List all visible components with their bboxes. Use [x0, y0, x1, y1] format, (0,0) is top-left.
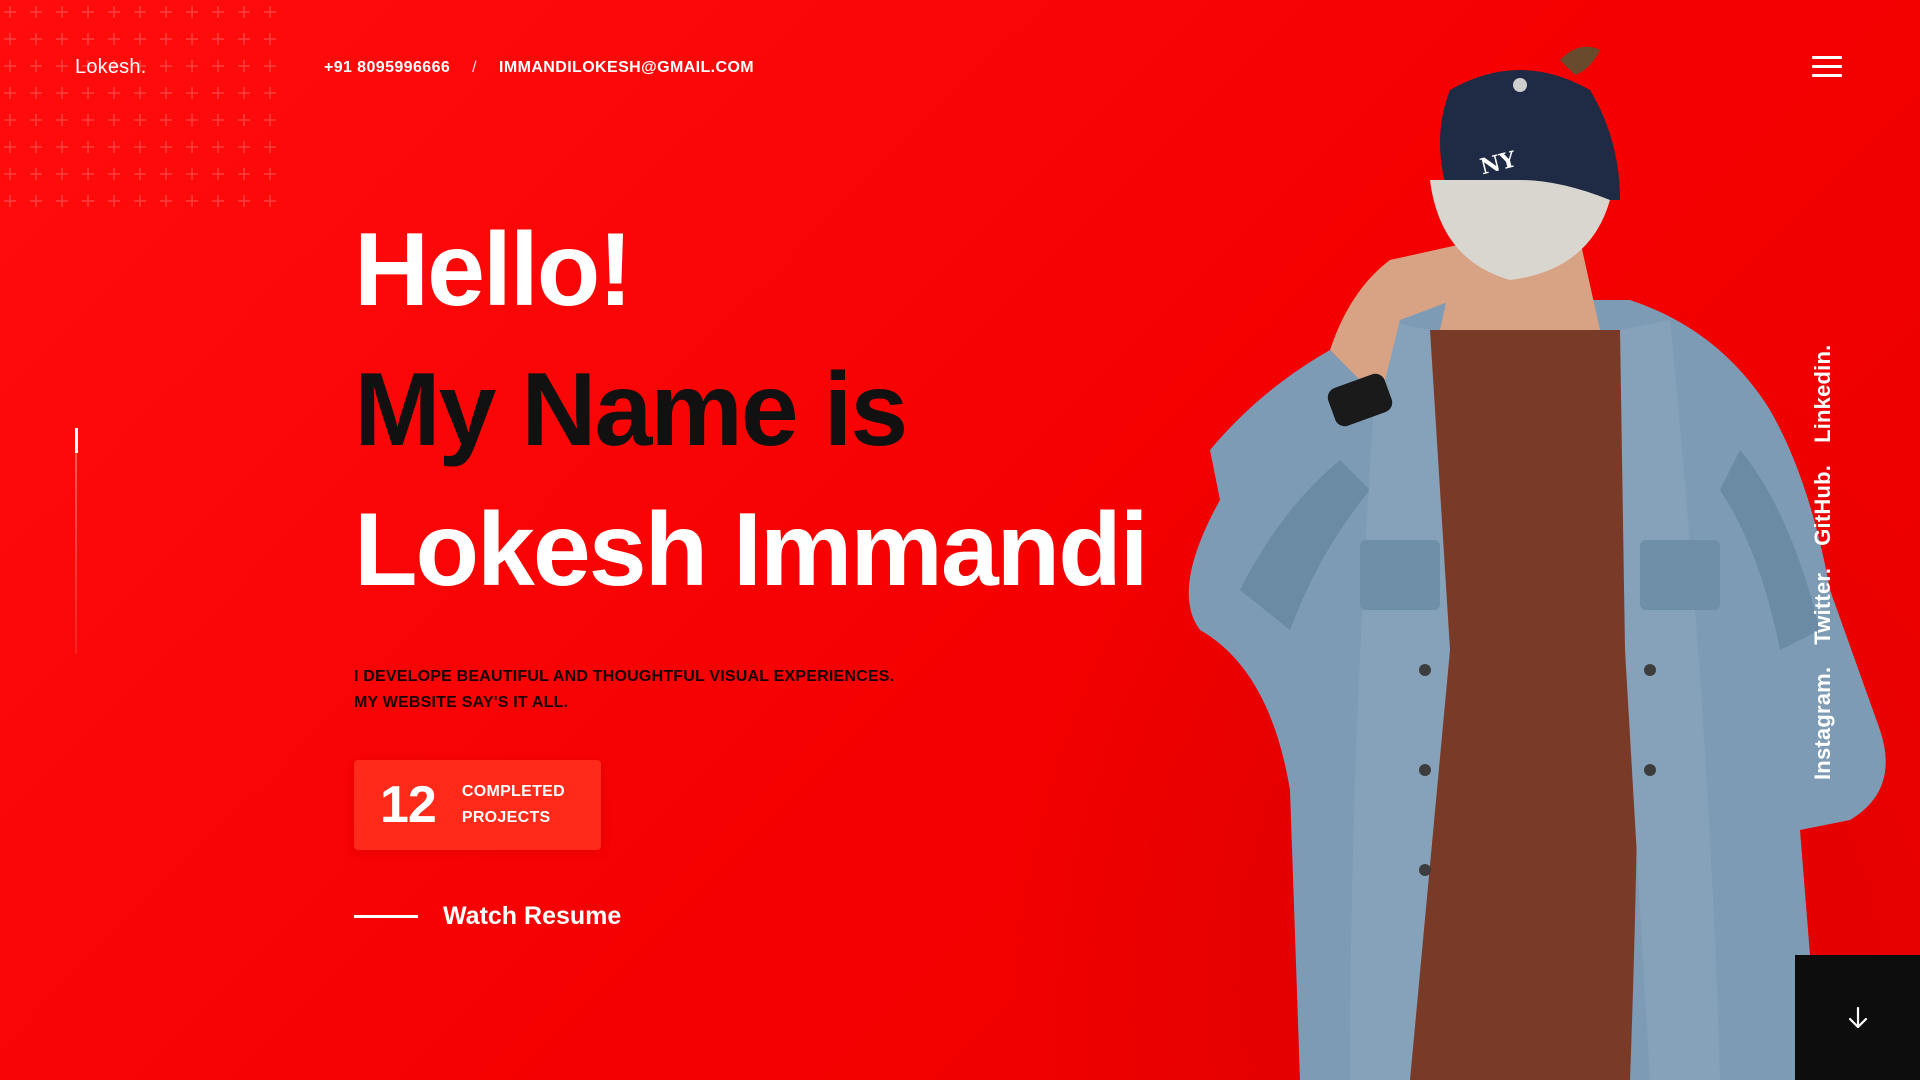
- watch-resume-link[interactable]: Watch Resume: [354, 902, 1147, 931]
- projects-label: COMPLETED PROJECTS: [462, 779, 565, 831]
- hero-section: Hello! My Name is Lokesh Immandi I DEVEL…: [354, 200, 1149, 931]
- scroll-progress-marker: [75, 428, 78, 453]
- site-header: Lokesh. +91 8095996666 / IMMANDILOKESH@G…: [0, 0, 1920, 140]
- arrow-down-icon: [1848, 1006, 1867, 1028]
- completed-projects-card: 12 COMPLETED PROJECTS: [354, 760, 601, 850]
- social-link-instagram[interactable]: Instagram.: [1810, 667, 1836, 780]
- projects-label-line-2: PROJECTS: [461, 809, 551, 826]
- scroll-progress-indicator: [75, 428, 78, 653]
- scroll-down-button[interactable]: [1795, 955, 1920, 1080]
- hero-tagline: I DEVELOPE BEAUTIFUL AND THOUGHTFUL VISU…: [354, 664, 1147, 716]
- hero-name: Lokesh Immandi: [354, 492, 1149, 608]
- social-link-linkedin[interactable]: Linkedin.: [1810, 345, 1836, 443]
- social-links: Instagram. Twitter. GitHub. Linkedin.: [1810, 300, 1850, 780]
- social-link-github[interactable]: GitHub.: [1810, 465, 1836, 546]
- site-logo[interactable]: Lokesh.: [75, 56, 146, 79]
- tagline-line-2: MY WEBSITE SAY'S IT ALL.: [354, 694, 569, 711]
- contact-separator: /: [472, 59, 478, 76]
- hero-intro: My Name is: [354, 352, 908, 468]
- projects-label-line-1: COMPLETED: [461, 783, 565, 800]
- email-link[interactable]: IMMANDILOKESH@GMAIL.COM: [499, 59, 754, 77]
- watch-resume-label: Watch Resume: [443, 902, 622, 930]
- social-link-twitter[interactable]: Twitter.: [1810, 568, 1836, 645]
- profile-photo: NY: [1188, 46, 1886, 1080]
- tagline-line-1: I DEVELOPE BEAUTIFUL AND THOUGHTFUL VISU…: [354, 668, 895, 685]
- hero-greeting: Hello!: [354, 212, 633, 328]
- hamburger-menu-icon[interactable]: [1812, 56, 1842, 78]
- projects-count: 12: [380, 776, 437, 834]
- contact-info: +91 8095996666 / IMMANDILOKESH@GMAIL.COM: [324, 59, 754, 77]
- watch-resume-line: [354, 915, 418, 918]
- phone-link[interactable]: +91 8095996666: [324, 59, 450, 77]
